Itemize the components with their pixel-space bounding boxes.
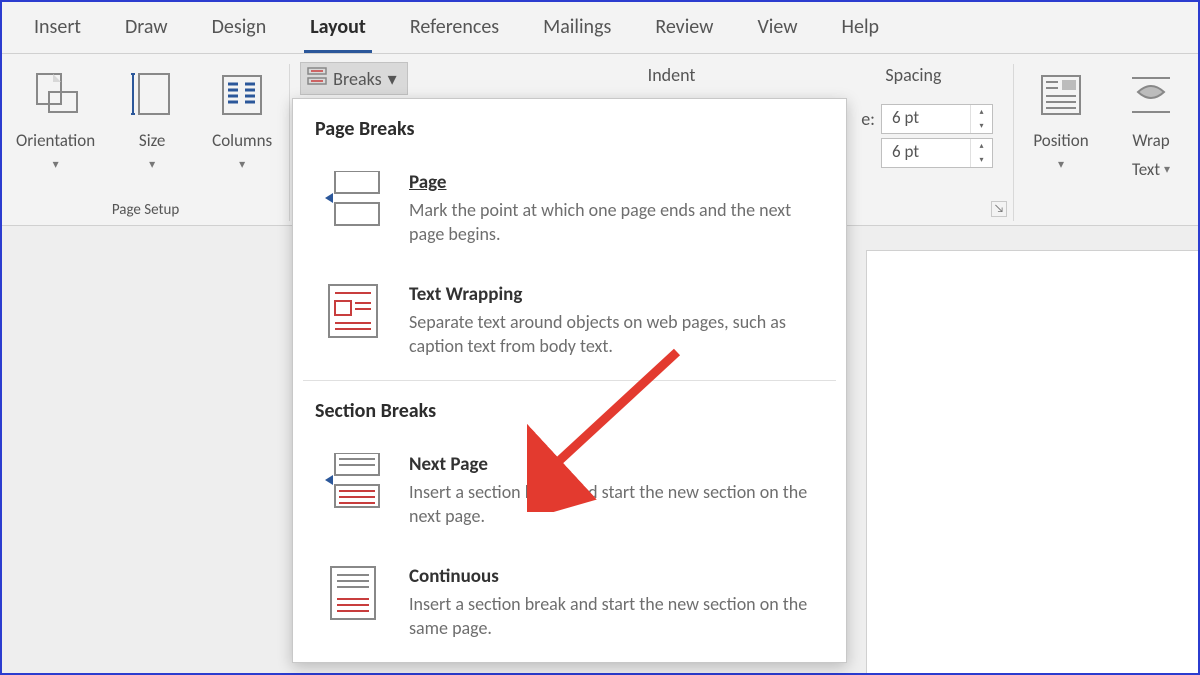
breaks-item-text-wrapping-title: Text Wrapping	[409, 283, 522, 306]
breaks-item-text-wrapping[interactable]: Text Wrapping Separate text around objec…	[293, 269, 846, 381]
orientation-label: Orientation	[16, 130, 95, 151]
wrap-text-label-2: Text	[1132, 159, 1160, 180]
spinner-down-icon[interactable]: ▾	[971, 153, 992, 167]
text-wrapping-icon	[323, 283, 383, 339]
spacing-before-spinner[interactable]: 6 pt ▴▾	[881, 104, 993, 134]
continuous-break-icon	[323, 565, 383, 621]
indent-label: Indent	[648, 64, 696, 86]
page-breaks-header: Page Breaks	[293, 99, 846, 157]
tab-insert[interactable]: Insert	[12, 9, 103, 53]
position-label: Position	[1033, 130, 1088, 151]
spacing-before-prefix: e:	[861, 108, 875, 130]
chevron-down-icon: ▾	[388, 68, 397, 90]
breaks-item-page-title: Page	[409, 171, 447, 194]
chevron-down-icon: ▾	[239, 159, 245, 171]
orientation-button[interactable]: Orientation ▾	[12, 64, 99, 171]
breaks-item-page[interactable]: Page Mark the point at which one page en…	[293, 157, 846, 269]
wrap-text-label-1: Wrap	[1132, 130, 1169, 151]
breaks-item-continuous-title: Continuous	[409, 565, 499, 588]
tab-view[interactable]: View	[735, 9, 819, 53]
spacing-label: Spacing	[885, 64, 941, 86]
columns-label: Columns	[212, 130, 272, 151]
document-page[interactable]	[866, 250, 1198, 673]
paragraph-headers: Indent Spacing	[428, 64, 1003, 94]
breaks-item-page-desc: Mark the point at which one page ends an…	[409, 198, 826, 247]
position-icon	[1034, 68, 1088, 122]
chevron-down-icon: ▾	[1058, 159, 1064, 171]
breaks-item-continuous-desc: Insert a section break and start the new…	[409, 592, 826, 641]
tab-help[interactable]: Help	[820, 9, 902, 53]
wrap-text-button[interactable]: Wrap Text ▾	[1114, 64, 1188, 180]
breaks-item-next-page-title: Next Page	[409, 453, 488, 476]
orientation-icon	[29, 68, 83, 122]
tab-layout[interactable]: Layout	[288, 9, 388, 53]
columns-icon	[215, 68, 269, 122]
spacing-spinners: e: 6 pt ▴▾ 6 pt ▴▾	[843, 104, 1003, 168]
breaks-icon	[307, 67, 327, 90]
size-label: Size	[139, 130, 166, 151]
chevron-down-icon: ▾	[1164, 164, 1170, 176]
columns-button[interactable]: Columns ▾	[205, 64, 279, 171]
tab-design[interactable]: Design	[190, 9, 289, 53]
spacing-after-spinner[interactable]: 6 pt ▴▾	[881, 138, 993, 168]
paragraph-dialog-launcher[interactable]: ↘	[991, 201, 1007, 217]
tab-draw[interactable]: Draw	[103, 9, 190, 53]
chevron-down-icon: ▾	[149, 159, 155, 171]
spinner-up-icon[interactable]: ▴	[971, 139, 992, 153]
breaks-item-text-wrapping-desc: Separate text around objects on web page…	[409, 310, 826, 359]
page-break-icon	[323, 171, 383, 227]
group-page-setup: Orientation ▾ Size ▾	[2, 64, 290, 221]
group-arrange: Position ▾ Wrap Text ▾	[1014, 64, 1198, 221]
tab-references[interactable]: References	[388, 9, 521, 53]
tab-review[interactable]: Review	[633, 9, 735, 53]
tab-mailings[interactable]: Mailings	[521, 9, 633, 53]
breaks-label: Breaks	[333, 68, 381, 90]
breaks-button[interactable]: Breaks ▾	[300, 62, 408, 95]
chevron-down-icon: ▾	[53, 159, 59, 171]
size-button[interactable]: Size ▾	[115, 64, 189, 171]
spinner-down-icon[interactable]: ▾	[971, 119, 992, 133]
breaks-item-next-page[interactable]: Next Page Insert a section break and sta…	[293, 439, 846, 551]
next-page-break-icon	[323, 453, 383, 509]
group-page-setup-buttons: Orientation ▾ Size ▾	[12, 64, 279, 171]
wrap-text-icon	[1124, 68, 1178, 122]
section-breaks-header: Section Breaks	[293, 381, 846, 439]
breaks-dropdown: Page Breaks Page Mark the point at which…	[292, 98, 847, 663]
breaks-item-next-page-desc: Insert a section break and start the new…	[409, 480, 826, 529]
spacing-after-value: 6 pt	[882, 139, 970, 167]
breaks-item-continuous[interactable]: Continuous Insert a section break and st…	[293, 551, 846, 663]
size-icon	[125, 68, 179, 122]
position-button[interactable]: Position ▾	[1024, 64, 1098, 180]
group-page-setup-label: Page Setup	[112, 201, 179, 221]
spinner-up-icon[interactable]: ▴	[971, 105, 992, 119]
ribbon-tabs: Insert Draw Design Layout References Mai…	[2, 2, 1198, 54]
spacing-before-value: 6 pt	[882, 105, 970, 133]
